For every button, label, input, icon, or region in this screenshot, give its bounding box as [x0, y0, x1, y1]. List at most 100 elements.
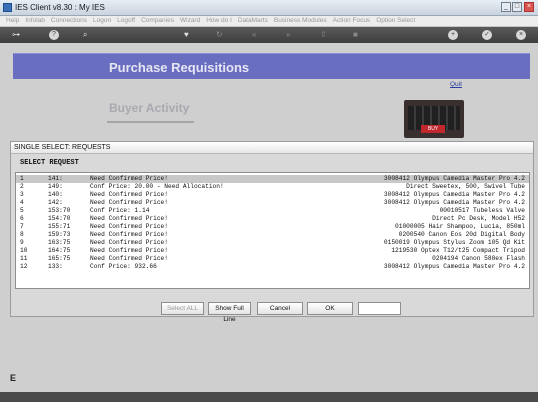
- row-index: 3: [20, 191, 24, 198]
- section-subtitle: Buyer Activity: [109, 101, 190, 115]
- row-status: Need Confirmed Price!: [90, 223, 168, 230]
- list-item[interactable]: 3 140: Need Confirmed Price! 3008412 Olympu…: [16, 191, 529, 199]
- row-index: 10: [20, 247, 28, 254]
- row-code: 142:: [48, 199, 63, 206]
- row-index: 8: [20, 231, 24, 238]
- row-status: Conf Price: 20.00 - Need Allocation!: [90, 183, 224, 190]
- row-status: Need Confirmed Price!: [90, 239, 168, 246]
- menu-datamarts[interactable]: DataMarts: [238, 16, 268, 24]
- row-code: 153:70: [48, 207, 71, 214]
- menu-connections[interactable]: Connections: [51, 16, 87, 24]
- list-item[interactable]: 2 149: Conf Price: 20.00 - Need Allocation…: [16, 183, 529, 191]
- row-code: 154:70: [48, 215, 71, 222]
- cancel-button[interactable]: Cancel: [257, 302, 303, 315]
- row-product: 00010517 Tubeless Valve: [439, 207, 525, 214]
- row-status: Need Confirmed Price!: [90, 175, 168, 182]
- status-bar: [0, 392, 538, 402]
- menu-business-modules[interactable]: Business Modules: [274, 16, 327, 24]
- menu-logoff[interactable]: Logoff: [117, 16, 135, 24]
- list-item[interactable]: 6 154:70 Need Confirmed Price! Direct Pc De…: [16, 215, 529, 223]
- row-code: 159:73: [48, 231, 71, 238]
- upload-icon[interactable]: ⇧: [320, 30, 327, 40]
- list-item[interactable]: 7 155:71 Need Confirmed Price! 01000005 Hai…: [16, 223, 529, 231]
- row-index: 7: [20, 223, 24, 230]
- menu-wizard[interactable]: Wizard: [180, 16, 200, 24]
- row-index: 2: [20, 183, 24, 190]
- select-request-dialog: SINGLE SELECT: REQUESTS SELECT REQUEST 1…: [10, 141, 534, 323]
- buy-key: BUY: [421, 125, 445, 133]
- row-code: 149:: [48, 183, 63, 190]
- key-icon[interactable]: ⊶: [12, 30, 20, 40]
- row-code: 163:75: [48, 239, 71, 246]
- page-title: Purchase Requisitions: [109, 60, 250, 75]
- toolbar: ⊶ ? ⌕ ♥ ↻ « » ⇧ ■ + ✓ ×: [0, 27, 538, 43]
- window-title: IES Client v8.30 : My IES: [15, 3, 105, 12]
- row-status: Need Confirmed Price!: [90, 199, 168, 206]
- show-full-line-button[interactable]: Show Full Line: [208, 302, 251, 323]
- add-icon[interactable]: +: [448, 30, 458, 40]
- row-code: 141:: [48, 175, 63, 182]
- help-icon[interactable]: ?: [49, 30, 59, 40]
- row-code: 140:: [48, 191, 63, 198]
- quit-link[interactable]: Quit: [450, 81, 462, 88]
- row-product: 1219530 Optex T12/t25 Compact Tripod: [391, 247, 525, 254]
- row-product: 3008412 Olympus Camedia Master Pro 4.2: [383, 199, 525, 206]
- menu-option-select[interactable]: Option Select: [376, 16, 415, 24]
- menu-logon[interactable]: Logon: [93, 16, 111, 24]
- refresh-icon[interactable]: ↻: [216, 30, 223, 40]
- ok-button[interactable]: OK: [307, 302, 353, 315]
- banner: Purchase Requisitions: [13, 53, 530, 79]
- row-status: Need Confirmed Price!: [90, 215, 168, 222]
- row-product: 3008412 Olympus Camedia Master Pro 4.2: [383, 175, 525, 182]
- title-bar: IES Client v8.30 : My IES _ □ ×: [0, 0, 538, 16]
- stop-icon[interactable]: ■: [353, 30, 358, 40]
- side-letter: E: [10, 373, 17, 383]
- app-icon: [3, 3, 12, 12]
- search-icon[interactable]: ⌕: [83, 30, 87, 40]
- row-status: Conf Price: 1.14: [90, 207, 150, 214]
- row-index: 11: [20, 255, 28, 262]
- menu-how-do-i[interactable]: How do I: [206, 16, 232, 24]
- keyboard-photo: BUY: [404, 100, 464, 138]
- row-status: Need Confirmed Price!: [90, 247, 168, 254]
- list-item[interactable]: 9 163:75 Need Confirmed Price! 0150019 Olym…: [16, 239, 529, 247]
- value-entry-field[interactable]: [358, 302, 401, 315]
- row-code: 164:75: [48, 247, 71, 254]
- row-product: 0150019 Olympus Stylus Zoom 105 Qd Kit: [383, 239, 525, 246]
- dialog-title: SINGLE SELECT: REQUESTS: [11, 142, 533, 154]
- maximize-button[interactable]: □: [512, 2, 522, 12]
- row-product: 3008412 Olympus Camedia Master Pro 4.2: [383, 191, 525, 198]
- close-window-button[interactable]: ×: [524, 2, 534, 12]
- list-item[interactable]: 10 164:75 Need Confirmed Price! 1219530 Opt…: [16, 247, 529, 255]
- row-code: 165:75: [48, 255, 71, 262]
- forward-icon[interactable]: »: [286, 30, 290, 40]
- menu-help[interactable]: Help: [6, 16, 19, 24]
- menu-infolab[interactable]: Infolab: [25, 16, 45, 24]
- list-item[interactable]: 5 153:70 Conf Price: 1.14 00010517 Tubeless…: [16, 207, 529, 215]
- row-product: 0204194 Canon 580ex Flash: [432, 255, 525, 262]
- list-item[interactable]: 1 141: Need Confirmed Price! 3008412 Olympu…: [16, 175, 529, 183]
- row-product: 3008412 Olympus Camedia Master Pro 4.2: [383, 263, 525, 270]
- row-product: 0200540 Canon Eos 20d Digital Body: [398, 231, 525, 238]
- check-icon[interactable]: ✓: [482, 30, 492, 40]
- minimize-button[interactable]: _: [501, 2, 511, 12]
- menu-action-focus[interactable]: Action Focus: [333, 16, 371, 24]
- select-all-button[interactable]: Select ALL: [161, 302, 204, 315]
- row-index: 12: [20, 263, 28, 270]
- heart-icon[interactable]: ♥: [184, 30, 189, 40]
- list-item[interactable]: 8 159:73 Need Confirmed Price! 0200540 Cano…: [16, 231, 529, 239]
- list-item[interactable]: 4 142: Need Confirmed Price! 3008412 Olympu…: [16, 199, 529, 207]
- request-list[interactable]: 1 141: Need Confirmed Price! 3008412 Olympu…: [15, 172, 530, 289]
- menu-bar: Help Infolab Connections Logon Logoff Compani…: [0, 16, 538, 27]
- row-status: Need Confirmed Price!: [90, 191, 168, 198]
- row-product: Direct Sweetex, 500, Swivel Tube: [406, 183, 525, 190]
- row-status: Need Confirmed Price!: [90, 231, 168, 238]
- list-item[interactable]: 12 133: Conf Price: 932.66 3008412 Olympus …: [16, 263, 529, 271]
- rewind-icon[interactable]: «: [252, 30, 256, 40]
- close-icon[interactable]: ×: [516, 30, 526, 40]
- row-index: 5: [20, 207, 24, 214]
- menu-companies[interactable]: Companies: [141, 16, 174, 24]
- row-product: Direct Pc Desk, Model H52: [432, 215, 525, 222]
- row-code: 133:: [48, 263, 63, 270]
- list-item[interactable]: 11 165:75 Need Confirmed Price! 0204194 Can…: [16, 255, 529, 263]
